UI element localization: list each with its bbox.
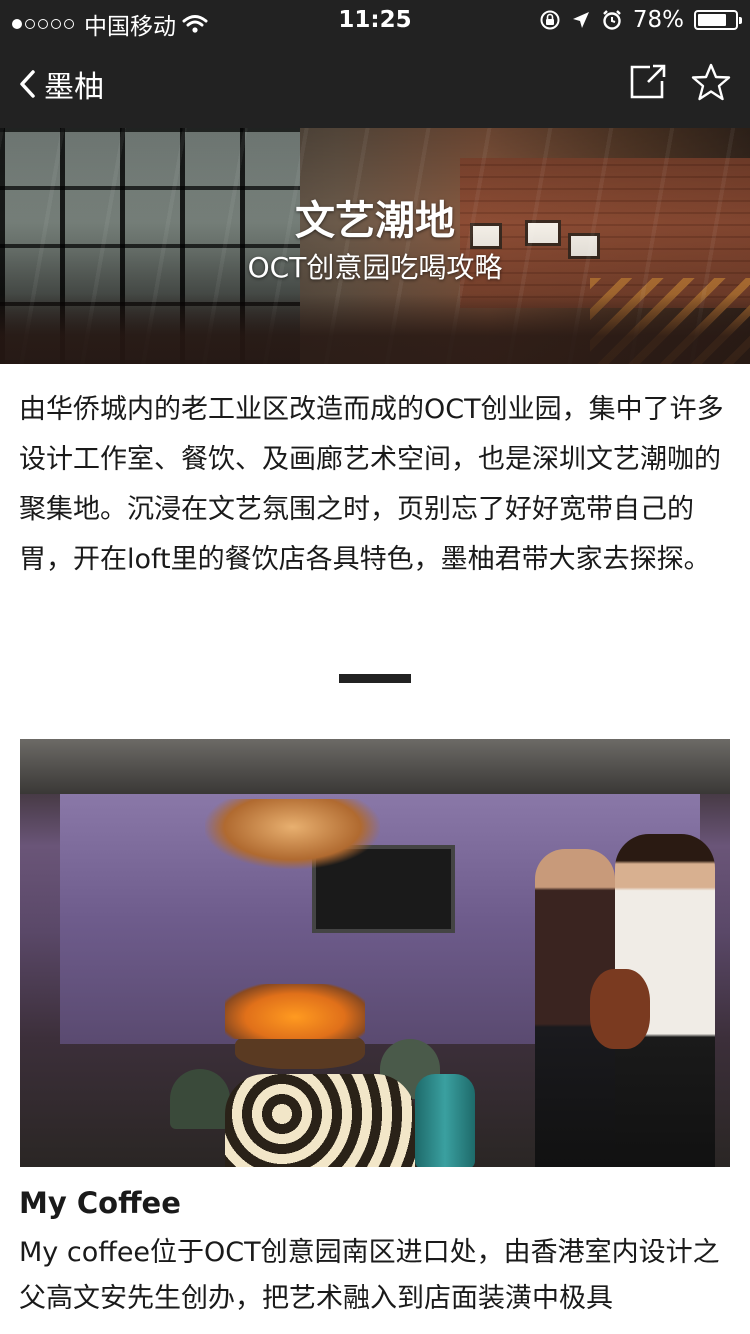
battery-icon bbox=[694, 10, 742, 30]
photo-vase-decor bbox=[415, 1074, 475, 1167]
nav-title: 墨柚 bbox=[44, 70, 104, 105]
battery-percent: 78% bbox=[632, 7, 684, 33]
photo-stool-decor bbox=[170, 1069, 230, 1129]
hero-subtitle: OCT创意园吃喝攻略 bbox=[247, 251, 503, 284]
photo-fruit-bowl-decor bbox=[225, 984, 365, 1039]
photo-chair-decor bbox=[225, 1074, 415, 1167]
photo-guitar-decor bbox=[590, 969, 650, 1049]
section-title: My Coffee bbox=[19, 1186, 181, 1220]
battery-fill bbox=[698, 14, 727, 26]
back-chevron-icon bbox=[20, 70, 35, 98]
status-right: 78% bbox=[539, 7, 742, 33]
alarm-clock-icon bbox=[603, 10, 621, 30]
photo-lamp-decor bbox=[205, 799, 380, 869]
nav-bar: 墨柚 bbox=[0, 40, 750, 128]
status-bar: 中国移动 11:25 78% bbox=[0, 0, 750, 40]
share-icon[interactable] bbox=[628, 64, 668, 100]
star-icon[interactable] bbox=[690, 62, 732, 102]
orientation-lock-icon bbox=[540, 10, 560, 30]
intro-paragraph: 由华侨城内的老工业区改造而成的OCT创业园，集中了许多设计工作室、餐饮、及画廊艺… bbox=[19, 394, 724, 575]
section-body: My coffee位于OCT创意园南区进口处，由香港室内设计之父高文安先生创办，… bbox=[19, 1237, 720, 1314]
back-button[interactable]: 墨柚 bbox=[18, 62, 104, 106]
cafe-photo[interactable] bbox=[20, 739, 730, 1167]
location-arrow-icon bbox=[572, 12, 589, 28]
hero-furniture-decor bbox=[0, 294, 750, 364]
photo-ceiling-decor bbox=[20, 739, 730, 794]
hero-title: 文艺潮地 bbox=[295, 198, 455, 244]
section-divider bbox=[339, 674, 411, 683]
